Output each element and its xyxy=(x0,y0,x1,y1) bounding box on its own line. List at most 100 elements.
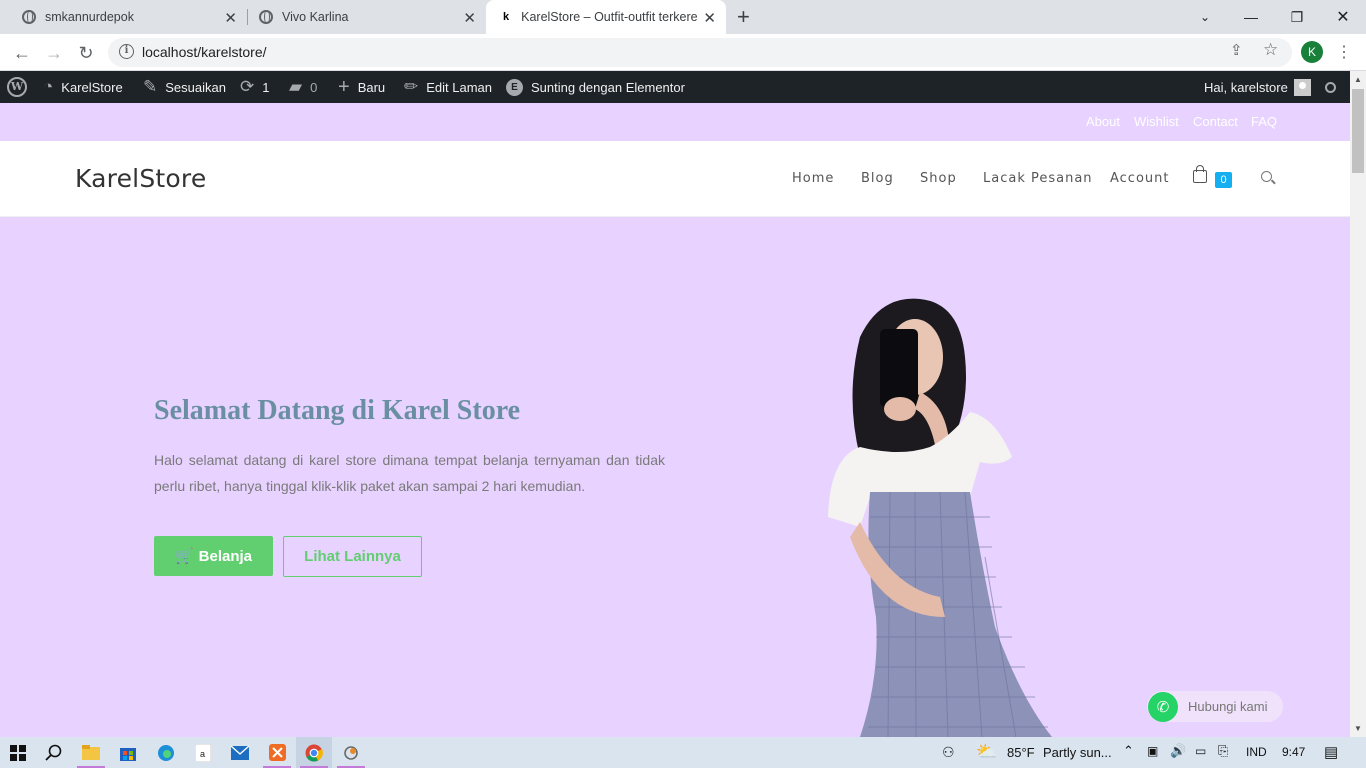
tab-title: Vivo Karlina xyxy=(282,10,349,24)
nav-shop[interactable]: Shop xyxy=(920,171,957,186)
window-close-icon[interactable]: ✕ xyxy=(1320,0,1366,34)
new-content-menu[interactable]: + Baru xyxy=(338,71,385,103)
site-logo[interactable]: KarelStore xyxy=(75,164,206,193)
people-icon[interactable]: ⚇ xyxy=(942,744,955,761)
weather-icon[interactable]: ⛅ xyxy=(976,742,997,762)
weather-temp[interactable]: 85°F xyxy=(1007,745,1035,760)
tab-title: smkannurdepok xyxy=(45,10,134,24)
notifications-icon[interactable]: ▤ xyxy=(1324,743,1338,761)
scroll-down-arrow-icon[interactable]: ▼ xyxy=(1354,724,1362,733)
comments-count: 0 xyxy=(310,79,318,95)
chrome-icon[interactable] xyxy=(296,737,332,768)
network-icon[interactable]: ⎘ xyxy=(1218,743,1228,759)
tab-smkannurdepok[interactable]: smkannurdepok ✕ xyxy=(0,0,247,34)
tab-search-chevron-icon[interactable]: ⌄ xyxy=(1182,0,1228,34)
site-info-icon[interactable]: i xyxy=(119,44,134,59)
nav-home[interactable]: Home xyxy=(792,171,834,186)
topbar-link-contact[interactable]: Contact xyxy=(1193,114,1238,129)
display-icon[interactable]: ▭ xyxy=(1195,744,1206,758)
svg-text:a: a xyxy=(200,749,205,759)
minimize-icon[interactable]: — xyxy=(1228,0,1274,34)
shop-button-label: Belanja xyxy=(198,547,253,565)
comments-menu[interactable]: ▰ 0 xyxy=(289,71,317,103)
xampp-icon[interactable] xyxy=(259,737,295,768)
page-scrollbar[interactable]: ▲ ▼ xyxy=(1350,71,1366,737)
cart-icon: 🛒 xyxy=(174,548,194,565)
dashboard-gauge-icon: ◔ xyxy=(43,77,54,96)
nav-blog[interactable]: Blog xyxy=(861,171,894,186)
comment-bubble-icon: ▰ xyxy=(289,77,303,96)
reload-icon[interactable]: ↻ xyxy=(73,40,99,66)
my-account-menu[interactable]: Hai, karelstore xyxy=(1204,71,1311,103)
tab-karelstore[interactable]: k KarelStore – Outfit-outfit terkeren ✕ xyxy=(486,0,726,34)
scroll-up-arrow-icon[interactable]: ▲ xyxy=(1354,75,1362,84)
search-icon[interactable] xyxy=(36,737,72,768)
top-bar: About Wishlist Contact FAQ xyxy=(0,103,1350,141)
site-name-menu[interactable]: ◔ KarelStore xyxy=(43,71,123,103)
hero-section: Selamat Datang di Karel Store Halo selam… xyxy=(0,217,1350,737)
edit-page-menu[interactable]: ✏ Edit Laman xyxy=(404,71,492,103)
tab-vivo-karlina[interactable]: Vivo Karlina ✕ xyxy=(237,0,486,34)
site-header: KarelStore Home Blog Shop Lacak Pesanan … xyxy=(0,141,1350,217)
whatsapp-contact-button[interactable]: ✆ Hubungi kami xyxy=(1147,691,1283,722)
mail-icon[interactable] xyxy=(222,737,258,768)
address-bar[interactable]: i localhost/karelstore/ ⇪ ☆ xyxy=(108,38,1292,67)
customize-menu[interactable]: ✎ Sesuaikan xyxy=(143,71,226,103)
store-icon[interactable] xyxy=(110,737,146,768)
edge-icon[interactable] xyxy=(148,737,184,768)
share-icon[interactable]: ⇪ xyxy=(1230,41,1243,59)
app-icon[interactable] xyxy=(333,737,369,768)
chevron-up-icon[interactable]: ⌃ xyxy=(1123,743,1134,759)
new-tab-plus-icon[interactable]: + xyxy=(737,4,750,30)
admin-search[interactable] xyxy=(1325,71,1336,103)
forward-arrow-icon[interactable]: → xyxy=(41,40,67,66)
url-text[interactable]: localhost/karelstore/ xyxy=(142,44,267,60)
browser-tab-strip: smkannurdepok ✕ Vivo Karlina ✕ k KarelSt… xyxy=(0,0,1366,34)
windows-taskbar: a ⚇ ⛅ 85°F Partly sun... ⌃ ▣ 🔊 ▭ ⎘ IND 9… xyxy=(0,737,1366,768)
elementor-label: Sunting dengan Elementor xyxy=(531,79,685,95)
close-icon[interactable]: ✕ xyxy=(703,9,716,27)
globe-icon xyxy=(259,10,273,24)
amazon-icon[interactable]: a xyxy=(185,737,221,768)
whatsapp-icon: ✆ xyxy=(1148,691,1178,722)
browser-toolbar: ← → ↻ i localhost/karelstore/ ⇪ ☆ ⋮ xyxy=(0,34,1366,71)
restore-icon[interactable]: ❐ xyxy=(1274,0,1320,34)
close-icon[interactable]: ✕ xyxy=(463,9,476,27)
shopping-bag-icon[interactable] xyxy=(1193,165,1207,183)
bookmark-star-icon[interactable]: ☆ xyxy=(1263,40,1278,60)
meet-now-icon[interactable]: ▣ xyxy=(1147,744,1158,758)
updates-count: 1 xyxy=(262,79,270,95)
language-indicator[interactable]: IND xyxy=(1246,745,1267,759)
search-icon xyxy=(1325,81,1336,93)
profile-avatar[interactable]: K xyxy=(1301,41,1323,63)
search-icon[interactable] xyxy=(1261,171,1272,182)
windows-start-icon[interactable] xyxy=(0,737,36,768)
wp-logo-menu[interactable]: W xyxy=(7,71,27,103)
topbar-link-faq[interactable]: FAQ xyxy=(1251,114,1277,129)
shop-button[interactable]: 🛒 Belanja xyxy=(154,536,273,576)
whatsapp-label: Hubungi kami xyxy=(1188,699,1268,714)
hero-description: Halo selamat datang di karel store diman… xyxy=(154,452,665,494)
plus-icon: + xyxy=(338,75,350,98)
edit-page-label: Edit Laman xyxy=(426,79,493,95)
elementor-menu[interactable]: E Sunting dengan Elementor xyxy=(506,71,685,103)
file-explorer-icon[interactable] xyxy=(73,737,109,768)
scroll-thumb[interactable] xyxy=(1352,89,1364,173)
volume-icon[interactable]: 🔊 xyxy=(1170,743,1186,759)
weather-text[interactable]: Partly sun... xyxy=(1043,745,1112,760)
topbar-link-wishlist[interactable]: Wishlist xyxy=(1134,114,1179,129)
nav-lacak-pesanan[interactable]: Lacak Pesanan xyxy=(983,171,1093,186)
nav-account[interactable]: Account xyxy=(1110,171,1170,186)
see-more-button[interactable]: Lihat Lainnya xyxy=(283,536,422,577)
back-arrow-icon[interactable]: ← xyxy=(9,40,35,66)
see-more-label: Lihat Lainnya xyxy=(304,548,401,565)
wp-admin-bar: W ◔ KarelStore ✎ Sesuaikan ⟳ 1 ▰ 0 + Bar… xyxy=(0,71,1350,103)
updates-menu[interactable]: ⟳ 1 xyxy=(240,71,269,103)
close-icon[interactable]: ✕ xyxy=(224,9,237,27)
chrome-menu-icon[interactable]: ⋮ xyxy=(1336,42,1352,62)
pencil-icon: ✏ xyxy=(404,77,419,96)
topbar-link-about[interactable]: About xyxy=(1086,114,1120,129)
brush-icon: ✎ xyxy=(143,77,158,96)
wordpress-icon: W xyxy=(7,77,27,97)
clock-time[interactable]: 9:47 xyxy=(1282,745,1305,759)
